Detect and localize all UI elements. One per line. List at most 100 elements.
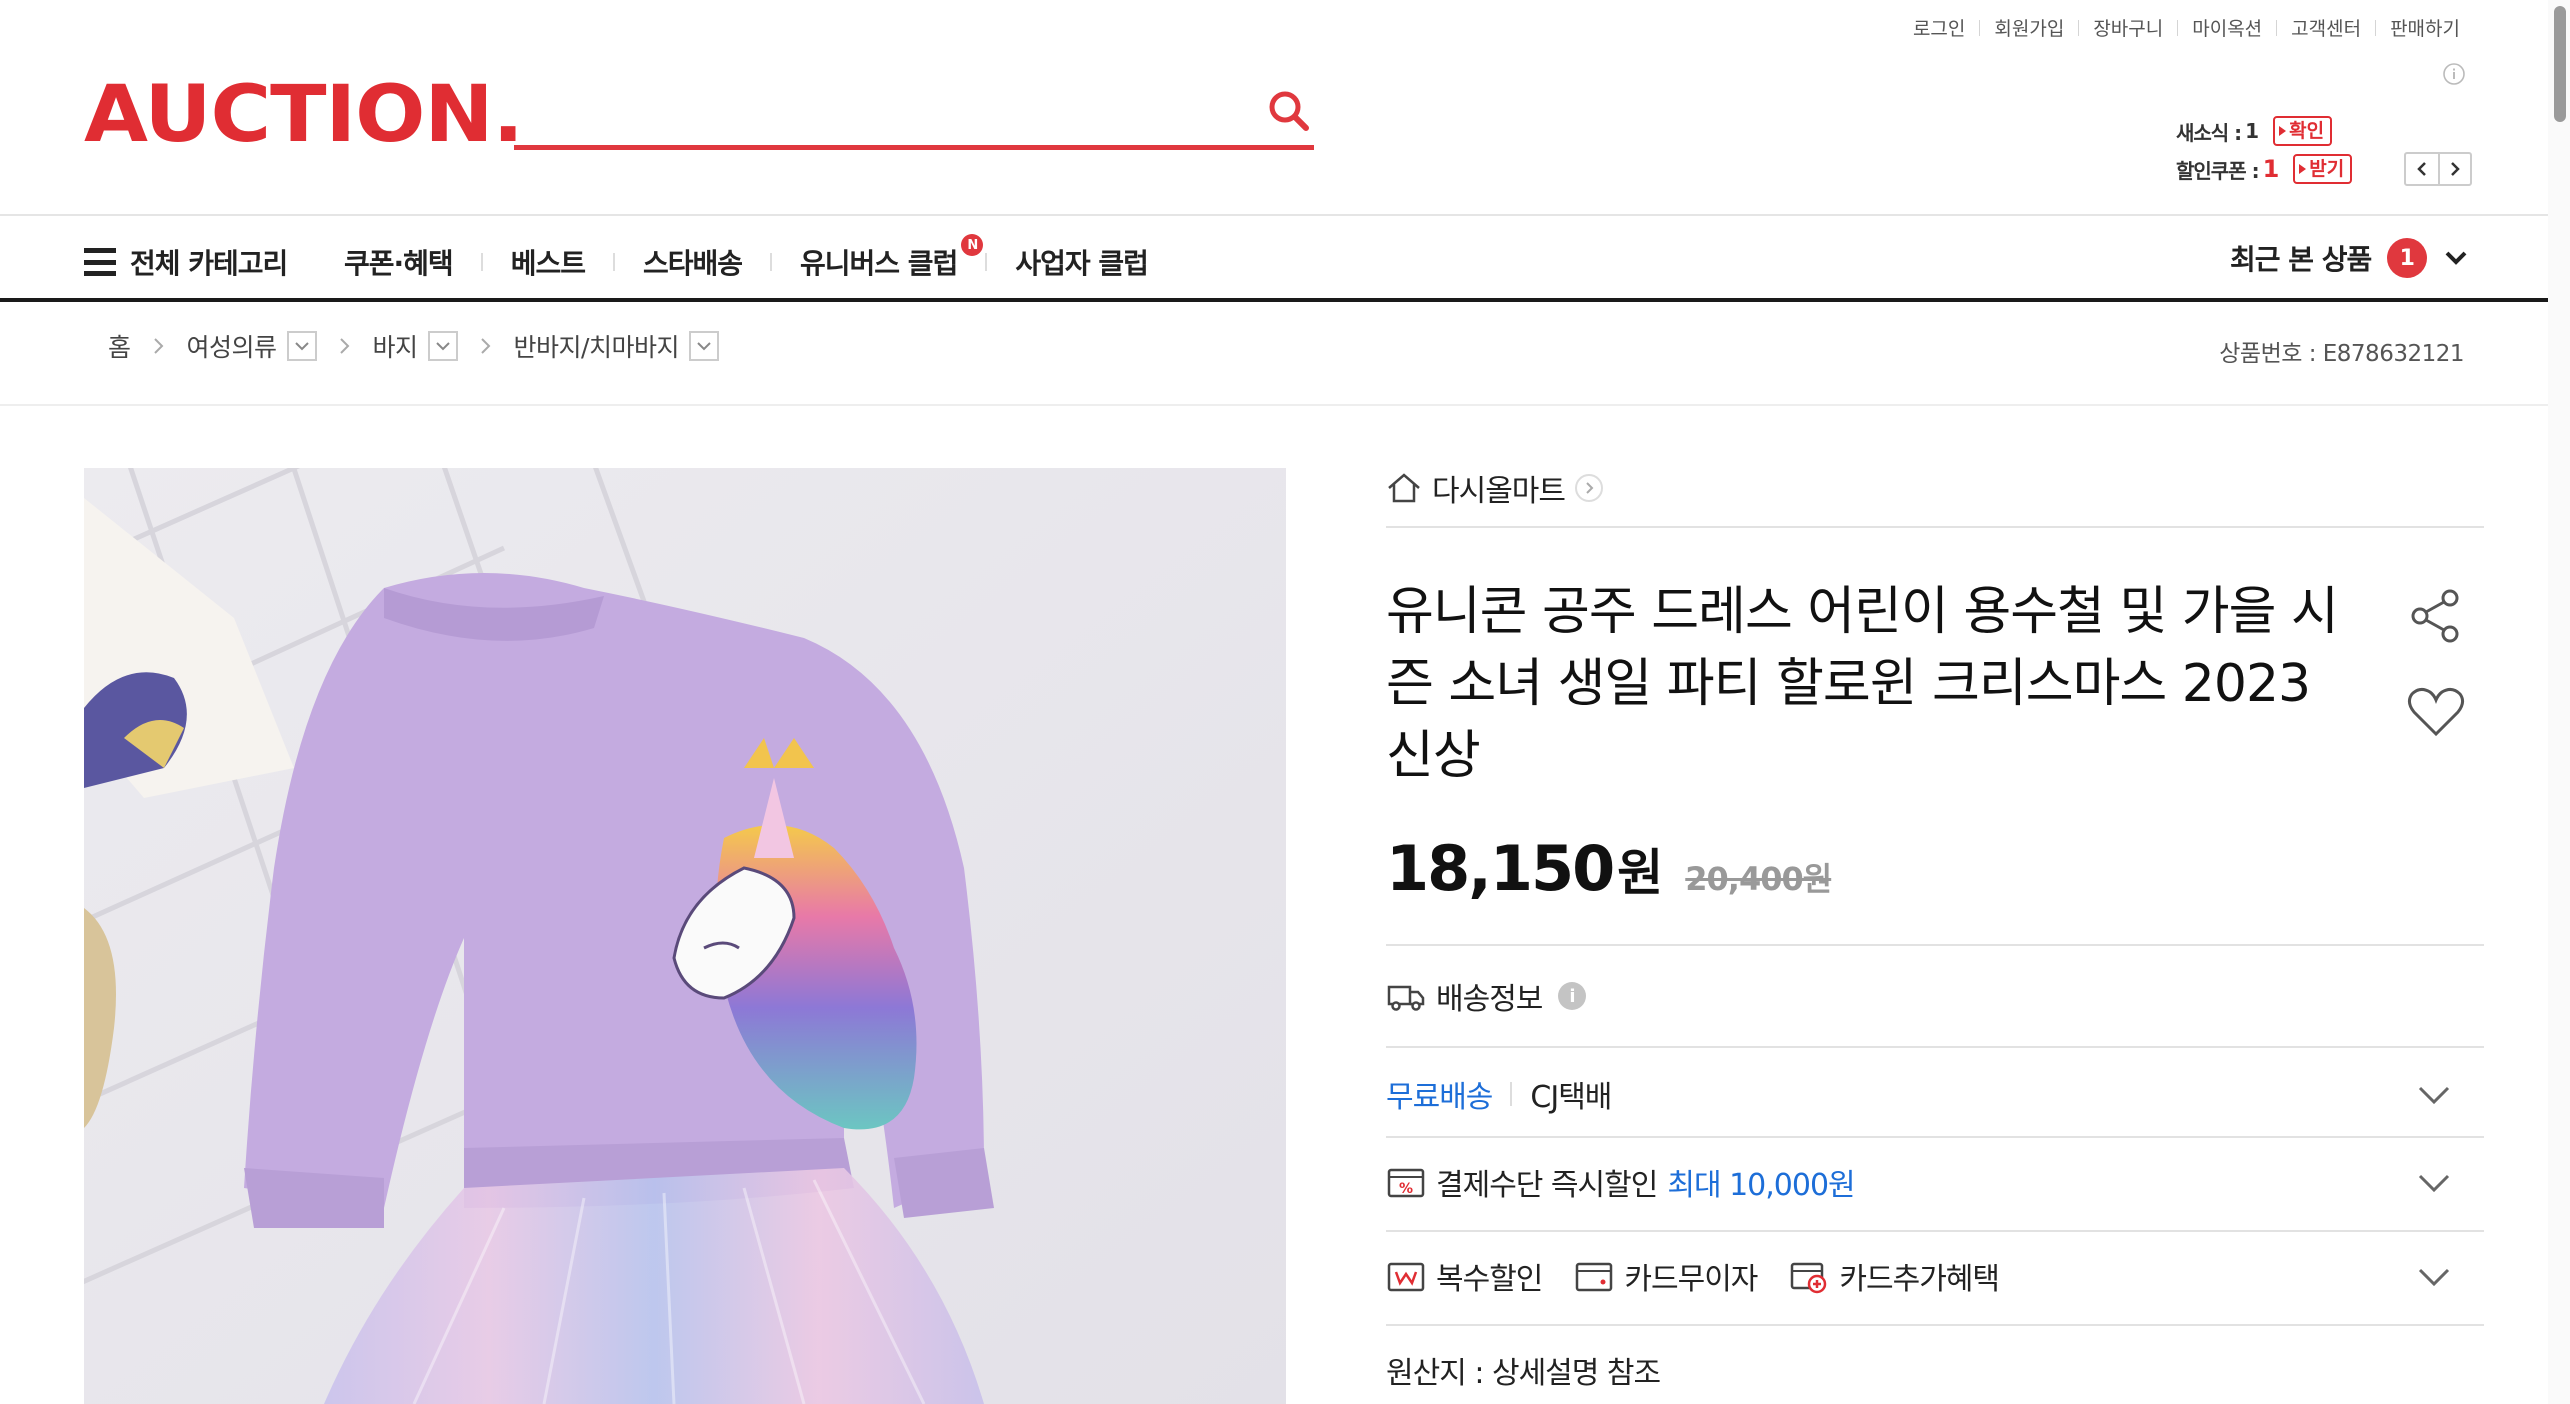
chevron-down-icon (294, 342, 309, 351)
next-arrow-icon[interactable] (2438, 154, 2470, 184)
triangle-icon (2279, 126, 2287, 136)
chevron-down-icon (2418, 1086, 2450, 1105)
breadcrumb-level-3[interactable]: 반바지/치마바지 (514, 328, 680, 364)
nav-business-club[interactable]: 사업자 클럽 (987, 242, 1176, 282)
search-input[interactable] (514, 80, 1234, 144)
svg-text:%: % (1399, 1181, 1413, 1197)
sell-link[interactable]: 판매하기 (2376, 14, 2474, 41)
coupon-row: 할인쿠폰 : 1 받기 (2176, 152, 2353, 186)
truck-icon (1387, 985, 1425, 1011)
search-icon[interactable] (1264, 86, 1314, 136)
divider (1386, 1136, 2484, 1138)
nav-best[interactable]: 베스트 (483, 242, 613, 282)
breadcrumb-level-2-dropdown[interactable] (427, 331, 458, 361)
divider (1386, 1230, 2484, 1232)
my-auction-link[interactable]: 마이옥션 (2178, 14, 2276, 41)
nav-star-delivery[interactable]: 스타배송 (615, 242, 770, 282)
coupon-receive-label: 받기 (2309, 158, 2345, 180)
card-interest-free-label: 카드무이자 (1624, 1262, 1758, 1297)
payment-discount-max: 최대 10,000원 (1667, 1168, 1855, 1203)
cart-link[interactable]: 장바구니 (2079, 14, 2177, 41)
breadcrumb-level-1-dropdown[interactable] (286, 331, 317, 361)
seller-link[interactable]: 다시올마트 (1386, 466, 1603, 510)
nav-universe-club[interactable]: 유니버스 클럽 N (772, 234, 985, 282)
courier-label: CJ택배 (1530, 1080, 1612, 1115)
login-link[interactable]: 로그인 (1899, 14, 1979, 41)
chevron-down-icon (2418, 1268, 2450, 1287)
chevron-right-icon (153, 338, 163, 354)
chevron-down-icon (2418, 1174, 2450, 1193)
breadcrumb-level-1[interactable]: 여성의류 (187, 328, 278, 364)
chevron-down-icon (435, 342, 450, 351)
shipping-info-label: 배송정보 (1436, 982, 1543, 1017)
share-icon[interactable] (2404, 584, 2468, 648)
news-label: 새소식 : (2176, 120, 2242, 145)
chevron-right-icon (480, 338, 490, 354)
recent-products-count: 1 (2387, 238, 2428, 278)
logo-text: AUCTION. (84, 70, 524, 160)
scrollbar[interactable] (2548, 0, 2570, 1404)
help-icon[interactable]: i (1558, 982, 1587, 1010)
multi-discount-label: 복수할인 (1436, 1262, 1543, 1297)
card-plus-icon (1791, 1262, 1827, 1294)
coupon-receive-button[interactable]: 받기 (2293, 154, 2353, 184)
seller-name: 다시올마트 (1432, 474, 1566, 509)
news-confirm-label: 확인 (2289, 120, 2325, 142)
info-icon[interactable] (2442, 62, 2466, 86)
price-block: 18,150 원 20,400원 (1386, 832, 1832, 905)
auction-logo[interactable]: AUCTION. (84, 76, 524, 154)
discount-card-icon: % (1387, 1168, 1425, 1198)
all-categories-label: 전체 카테고리 (130, 247, 288, 280)
payment-discount-label: 결제수단 즉시할인 (1436, 1168, 1658, 1203)
divider (0, 404, 2570, 406)
triangle-icon (2299, 164, 2307, 174)
nav-universe-club-label: 유니버스 클럽 (800, 247, 958, 280)
breadcrumb-home[interactable]: 홈 (108, 328, 131, 364)
coupon-count: 1 (2262, 155, 2280, 183)
news-count: 1 (2245, 119, 2260, 143)
notification-pager (2404, 152, 2472, 186)
product-number: 상품번호 : E878632121 (2219, 341, 2464, 367)
payment-discount-row[interactable]: % 결제수단 즉시할인 최대 10,000원 (1386, 1154, 2484, 1210)
chevron-right-icon (1575, 474, 1603, 502)
all-categories-button[interactable]: 전체 카테고리 (84, 242, 288, 282)
product-image[interactable] (84, 468, 1286, 1404)
origin-label: 원산지 : 상세설명 참조 (1386, 1356, 1661, 1391)
chevron-right-icon (339, 338, 349, 354)
divider (1386, 944, 2484, 946)
breadcrumb: 홈 여성의류 바지 반바지/치마바지 (108, 328, 719, 364)
free-shipping-label: 무료배송 (1386, 1080, 1493, 1115)
product-title: 유니콘 공주 드레스 어린이 용수철 및 가을 시즌 소녀 생일 파티 할로윈 … (1386, 582, 2339, 786)
shipping-info-row: 배송정보 i (1386, 972, 2484, 1020)
recent-products-button[interactable]: 최근 본 상품 1 (2230, 238, 2471, 278)
breadcrumb-level-2[interactable]: 바지 (373, 328, 419, 364)
divider (1386, 526, 2484, 528)
hamburger-icon (84, 248, 116, 276)
delivery-row[interactable]: 무료배송 CJ택배 (1386, 1066, 2484, 1122)
recent-products-label: 최근 본 상품 (2230, 243, 2372, 276)
category-bar: 전체 카테고리 쿠폰·혜택 베스트 스타배송 유니버스 클럽 N 사업자 클럽 최… (0, 214, 2570, 302)
main-nav: 쿠폰·혜택 베스트 스타배송 유니버스 클럽 N 사업자 클럽 (344, 234, 1176, 282)
signup-link[interactable]: 회원가입 (1980, 14, 2078, 41)
scrollbar-thumb[interactable] (2554, 6, 2566, 122)
sale-price: 18,150 (1386, 832, 1615, 905)
breadcrumb-level-3-dropdown[interactable] (688, 331, 719, 361)
heart-icon[interactable] (2404, 680, 2468, 744)
news-confirm-button[interactable]: 확인 (2273, 116, 2333, 146)
credit-card-icon (1576, 1262, 1613, 1292)
price-unit: 원 (1617, 844, 1664, 902)
original-price: 20,400원 (1685, 860, 1832, 898)
chevron-down-icon (2445, 251, 2467, 265)
benefits-row[interactable]: 복수할인 카드무이자 카드추가혜택 (1386, 1248, 2484, 1304)
divider (1386, 1046, 2484, 1048)
notification-box: 새소식 : 1 확인 할인쿠폰 : 1 받기 (2176, 114, 2353, 190)
nav-coupon-benefits[interactable]: 쿠폰·혜택 (344, 242, 481, 282)
origin-row: 원산지 : 상세설명 참조 (1386, 1344, 2484, 1396)
home-icon (1388, 473, 1420, 503)
new-badge: N (961, 234, 984, 256)
customer-center-link[interactable]: 고객센터 (2277, 14, 2375, 41)
multi-discount-icon (1387, 1262, 1425, 1292)
divider (1510, 1082, 1513, 1106)
prev-arrow-icon[interactable] (2406, 154, 2438, 184)
news-row: 새소식 : 1 확인 (2176, 114, 2352, 148)
